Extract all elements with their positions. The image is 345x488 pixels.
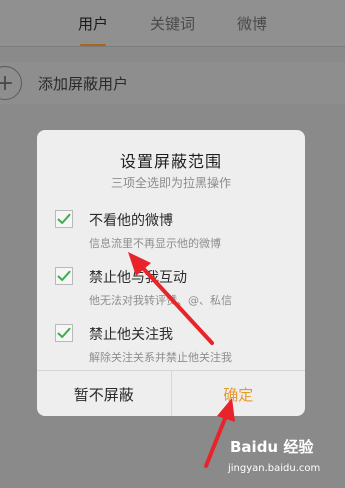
tab-weibo[interactable]: 微博 [235,13,269,34]
option-block-follow[interactable]: 禁止他关注我 解除关注关系并禁止他关注我 [37,324,305,374]
option-block-interaction[interactable]: 禁止他与我互动 他无法对我转评赞、@、私信 [37,267,305,317]
dialog-title: 设置屏蔽范围 [119,152,222,171]
option-title: 不看他的微博 [89,213,173,229]
option-title: 禁止他与我互动 [89,270,187,286]
checkbox-hide-weibo[interactable] [55,210,73,228]
checkbox-block-interaction[interactable] [55,267,73,285]
confirm-button[interactable]: 确定 [170,371,306,416]
add-blocked-user-row[interactable]: + 添加屏蔽用户 [0,62,345,104]
option-desc: 他无法对我转评赞、@、私信 [89,294,232,307]
baidu-jingyan-watermark: Baidu 经验 jingyan.baidu.com [224,436,342,484]
tab-bar: 用户 关键词 微博 [0,0,345,47]
add-blocked-user-label: 添加屏蔽用户 [38,74,129,93]
watermark-logo: Baidu 经验 [230,438,314,456]
checkmark-icon [57,213,71,224]
checkmark-icon [57,270,71,281]
cancel-button[interactable]: 暂不屏蔽 [37,371,171,416]
option-desc: 信息流里不再显示他的微博 [89,237,221,250]
dialog-button-bar: 暂不屏蔽 确定 [37,370,305,416]
block-scope-dialog: 设置屏蔽范围 三项全选即为拉黑操作 不看他的微博 信息流里不再显示他的微博 禁止… [37,130,305,416]
watermark-url: jingyan.baidu.com [228,463,321,474]
option-desc: 解除关注关系并禁止他关注我 [89,351,232,364]
dialog-subtitle: 三项全选即为拉黑操作 [110,176,231,190]
checkbox-block-follow[interactable] [55,324,73,342]
option-hide-weibo[interactable]: 不看他的微博 信息流里不再显示他的微博 [37,210,305,260]
tab-keywords[interactable]: 关键词 [148,13,197,34]
checkmark-icon [57,327,71,338]
plus-icon: + [0,66,22,100]
option-title: 禁止他关注我 [89,327,173,343]
tab-users[interactable]: 用户 [76,13,110,34]
